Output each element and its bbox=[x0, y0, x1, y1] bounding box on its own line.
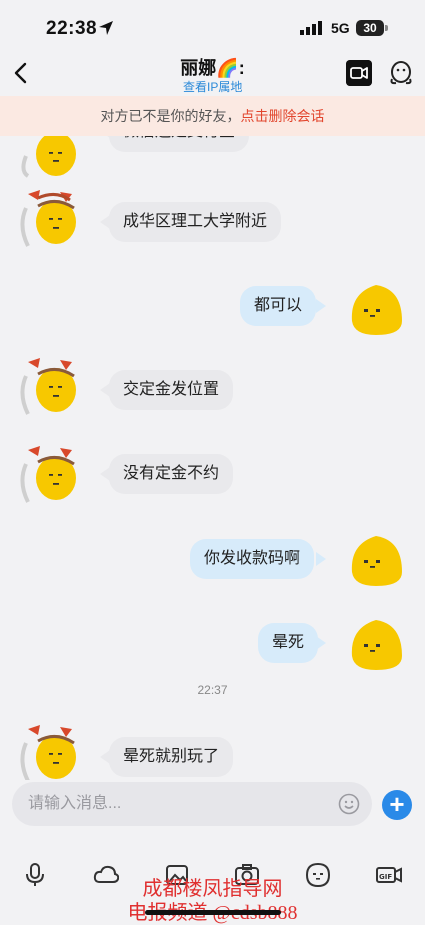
home-indicator bbox=[145, 910, 281, 915]
contact-avatar[interactable] bbox=[18, 354, 80, 416]
contact-avatar[interactable] bbox=[18, 136, 80, 178]
add-button[interactable]: + bbox=[382, 790, 412, 820]
signal-icon bbox=[300, 21, 322, 35]
message-bubble-right[interactable]: 晕死 bbox=[258, 623, 319, 663]
profile-penguin-icon[interactable] bbox=[388, 59, 414, 87]
view-ip-location-link[interactable]: 查看IP属地 bbox=[183, 78, 242, 95]
contact-avatar[interactable] bbox=[18, 186, 80, 248]
location-arrow-icon bbox=[99, 21, 113, 35]
battery-icon: 30 bbox=[356, 20, 384, 36]
message-bubble-left[interactable]: 没有定金不约 bbox=[109, 454, 234, 494]
status-time: 22:38 bbox=[46, 18, 98, 39]
message-bubble-left[interactable]: 晕死就别玩了 bbox=[109, 737, 234, 777]
emoji-icon[interactable] bbox=[338, 793, 360, 815]
banner-text: 对方已不是你的好友， bbox=[100, 108, 241, 124]
contact-avatar[interactable] bbox=[18, 721, 80, 780]
my-avatar[interactable] bbox=[346, 616, 406, 672]
message-bubble-left[interactable]: 微信还是支付宝 bbox=[109, 136, 250, 152]
input-row: 请输入消息... bbox=[0, 780, 425, 830]
bubble-tail bbox=[316, 299, 326, 313]
network-type: 5G bbox=[331, 20, 350, 36]
message-input-placeholder: 请输入消息... bbox=[28, 795, 122, 812]
message-bubble-left[interactable]: 交定金发位置 bbox=[109, 370, 234, 410]
message-input[interactable]: 请输入消息... bbox=[12, 782, 372, 826]
message-bubble-right[interactable]: 你发收款码啊 bbox=[190, 539, 315, 579]
video-call-icon[interactable] bbox=[346, 60, 372, 86]
message-list[interactable]: 微信还是支付宝 成华区理工大学附近 都可以 交定金发位置 没有定金不约 你发收款 bbox=[0, 136, 425, 780]
contact-avatar[interactable] bbox=[18, 442, 80, 504]
my-avatar[interactable] bbox=[346, 532, 406, 588]
message-bubble-right[interactable]: 都可以 bbox=[240, 286, 317, 326]
chat-header: 丽娜🌈: 查看IP属地 bbox=[0, 52, 425, 96]
battery-cap bbox=[385, 25, 388, 31]
delete-conversation-link[interactable]: 点击删除会话 bbox=[241, 108, 325, 124]
my-avatar[interactable] bbox=[346, 281, 406, 337]
message-timestamp: 22:37 bbox=[197, 683, 228, 697]
status-bar: 22:38 5G 30 bbox=[0, 0, 425, 52]
bubble-tail bbox=[316, 552, 326, 566]
not-friend-banner: 对方已不是你的好友，点击删除会话 bbox=[0, 96, 425, 136]
message-bubble-left[interactable]: 成华区理工大学附近 bbox=[109, 202, 282, 242]
